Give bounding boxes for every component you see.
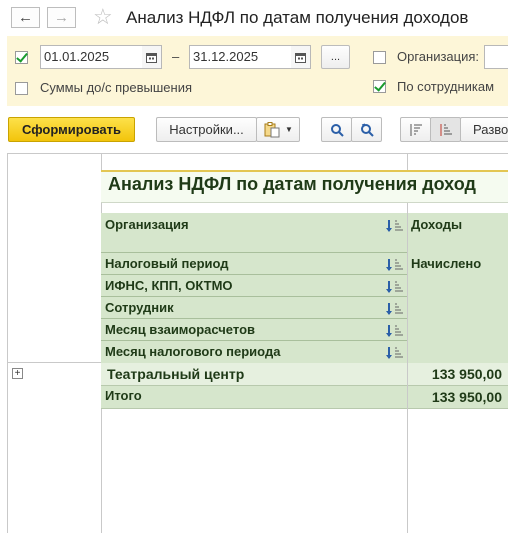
date-range-dash: –	[172, 49, 180, 64]
total-row	[101, 386, 407, 409]
income-header-block	[408, 213, 508, 363]
select-period-button[interactable]: ...	[321, 45, 350, 69]
back-button[interactable]: ←	[11, 7, 40, 28]
clipboard-icon	[264, 121, 280, 137]
header-divider	[101, 252, 407, 253]
header-divider	[101, 340, 407, 341]
header-divider	[101, 296, 407, 297]
total-value: 133 950,00	[431, 389, 502, 405]
grouping-header-settlement-month[interactable]: Месяц взаиморасчетов	[105, 322, 255, 337]
column-header-accrued: Начислено	[411, 256, 482, 271]
search-next-button[interactable]	[351, 117, 382, 142]
grouping-header-tax-period[interactable]: Налоговый период	[105, 256, 229, 271]
date-from-calendar-button[interactable]	[142, 45, 162, 69]
sort-icon[interactable]	[386, 346, 404, 360]
report-left-border	[7, 153, 8, 533]
sort-icon[interactable]	[386, 280, 404, 294]
row-value: 133 950,00	[431, 366, 502, 382]
organization-label: Организация:	[397, 49, 480, 64]
organization-field[interactable]	[484, 45, 508, 69]
date-from-field[interactable]: 01.01.2025	[40, 45, 143, 69]
sort-icon[interactable]	[386, 302, 404, 316]
grouping-header-ifns[interactable]: ИФНС, КПП, ОКТМО	[105, 278, 233, 293]
sort-icon[interactable]	[386, 219, 404, 233]
settings-button[interactable]: Настройки...	[156, 117, 257, 142]
expand-groups-button[interactable]	[430, 117, 461, 142]
expand-icon	[440, 123, 452, 136]
by-employee-label: По сотрудникам	[397, 79, 495, 94]
header-divider	[101, 274, 407, 275]
expand-row-icon[interactable]: +	[12, 368, 23, 379]
arrow-left-icon: ←	[18, 9, 33, 26]
sums-over-limit-checkbox[interactable]	[15, 82, 28, 95]
page-title: Анализ НДФЛ по датам получения доходов	[126, 8, 469, 27]
organization-checkbox[interactable]	[373, 51, 386, 64]
row-label: Театральный центр	[107, 366, 245, 382]
search-button[interactable]	[321, 117, 352, 142]
grouping-header-employee[interactable]: Сотрудник	[105, 300, 174, 315]
generate-button[interactable]: Сформировать	[8, 117, 135, 142]
expand-menu-button[interactable]: Разво	[460, 117, 508, 142]
header-divider	[101, 318, 407, 319]
calendar-icon	[295, 52, 306, 63]
grouping-header-organization[interactable]: Организация	[105, 217, 189, 232]
favorite-star-icon[interactable]: ☆	[93, 6, 113, 28]
by-employee-checkbox[interactable]	[373, 80, 386, 93]
report-title: Анализ НДФЛ по датам получения доход	[108, 174, 476, 194]
collapse-groups-button[interactable]	[400, 117, 431, 142]
period-checkbox[interactable]	[15, 51, 28, 64]
date-to-field[interactable]: 31.12.2025	[189, 45, 292, 69]
forward-button[interactable]: →	[47, 7, 76, 28]
column-header-income: Доходы	[411, 217, 463, 232]
sums-over-limit-label: Суммы до/с превышения	[40, 80, 193, 95]
collapse-icon	[410, 123, 422, 136]
grouping-header-tax-month[interactable]: Месяц налогового периода	[105, 344, 280, 359]
arrow-right-icon: →	[54, 9, 69, 26]
search-icon	[330, 123, 344, 137]
date-to-calendar-button[interactable]	[291, 45, 311, 69]
sort-icon[interactable]	[386, 324, 404, 338]
total-label: Итого	[105, 388, 142, 403]
report-top-border	[7, 153, 508, 154]
search-next-icon	[360, 123, 374, 137]
sort-icon[interactable]	[386, 258, 404, 272]
chevron-down-icon: ▼	[285, 125, 293, 134]
calendar-icon	[146, 52, 157, 63]
report-variants-button[interactable]: ▼	[256, 117, 300, 142]
